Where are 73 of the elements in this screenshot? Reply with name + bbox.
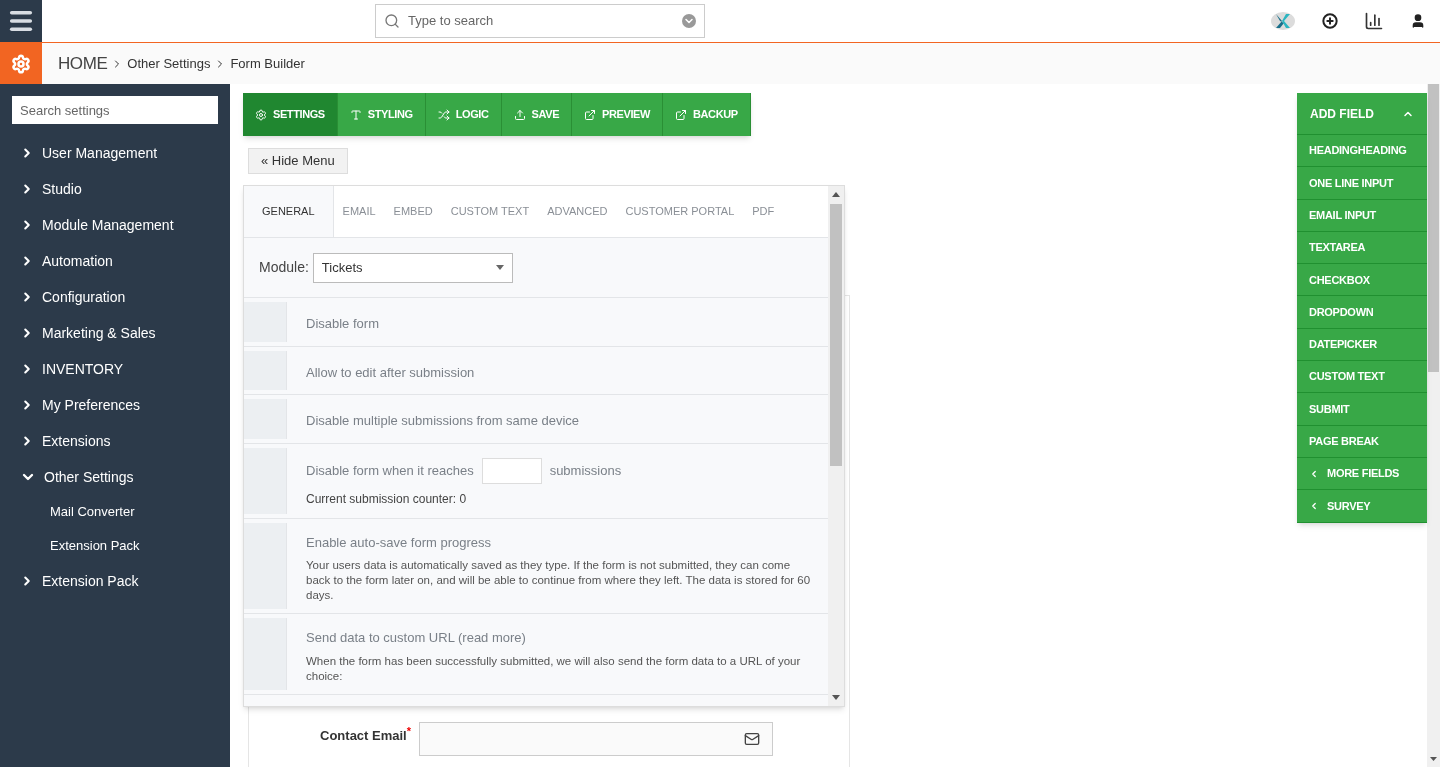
sidebar-subitem[interactable]: Mail Converter bbox=[0, 495, 230, 529]
toggle-block[interactable] bbox=[244, 618, 287, 690]
gear-icon bbox=[255, 108, 267, 121]
module-dropdown[interactable]: Tickets bbox=[312, 252, 513, 283]
chevron-left-icon bbox=[1309, 468, 1319, 479]
settings-tab[interactable]: EMBED bbox=[384, 186, 442, 237]
menu-button[interactable] bbox=[0, 0, 42, 42]
hide-menu-button[interactable]: « Hide Menu bbox=[248, 148, 348, 174]
settings-tab[interactable]: GENERAL bbox=[244, 186, 334, 237]
chevron-left-icon bbox=[1309, 500, 1319, 511]
bar-chart-icon[interactable] bbox=[1364, 11, 1384, 31]
toggle-block[interactable] bbox=[244, 302, 287, 342]
breadcrumb-link[interactable]: HOME bbox=[58, 50, 108, 77]
option-label: Disable form bbox=[306, 315, 380, 333]
upload-icon bbox=[513, 108, 526, 121]
sidebar-item[interactable]: Automation bbox=[0, 243, 230, 279]
external-link-icon bbox=[584, 108, 597, 121]
field-label: Contact Email$^{*}$ bbox=[319, 724, 412, 746]
toggle-block[interactable] bbox=[244, 399, 287, 439]
sidebar-item[interactable]: My Preferences bbox=[0, 387, 230, 423]
settings-tab[interactable]: PDF bbox=[743, 186, 784, 237]
user-icon[interactable] bbox=[1410, 13, 1426, 29]
settings-tab[interactable]: EMAIL bbox=[333, 186, 385, 237]
add-icon[interactable] bbox=[1322, 13, 1338, 29]
option-label: Send data to custom URL (read more) bbox=[306, 629, 527, 647]
toolbar-button[interactable]: BACKUP bbox=[663, 93, 751, 136]
caret-icon bbox=[495, 265, 504, 270]
search-icon bbox=[384, 13, 400, 29]
option-description: Your users data is automatically saved as they type. If the form is not submitted, they can come back to the form later on, and will be able to continue from where they left. The data is stored for 60 days. bbox=[306, 558, 812, 603]
settings-tab[interactable]: ADVANCED bbox=[538, 186, 617, 237]
module-label: Module: bbox=[259, 258, 309, 277]
breadcrumb-link[interactable]: Form Builder bbox=[230, 53, 305, 74]
shuffle-icon bbox=[437, 108, 450, 121]
option-suffix: submissions bbox=[549, 461, 622, 480]
envelope-icon bbox=[744, 731, 760, 747]
sidebar-item[interactable]: Studio bbox=[0, 171, 230, 207]
settings-tab[interactable]: CUSTOMER PORTAL bbox=[616, 186, 744, 237]
sidebar-item[interactable]: Extensions bbox=[0, 423, 230, 459]
search-input[interactable]: Type to search bbox=[408, 11, 674, 31]
sidebar-item[interactable]: User Management bbox=[0, 135, 230, 171]
option-label: Enable auto-save form progress bbox=[306, 533, 492, 552]
sidebar-item[interactable]: INVENTORY bbox=[0, 351, 230, 387]
settings-tab[interactable]: CUSTOM TEXT bbox=[441, 186, 539, 237]
sidebar-subitem[interactable]: Extension Pack bbox=[0, 529, 230, 563]
toolbar-button[interactable]: LOGIC bbox=[425, 93, 502, 136]
external-link-icon bbox=[675, 108, 687, 121]
sidebar-item[interactable]: Module Management bbox=[0, 207, 230, 243]
option-note: Current submission counter: 0 bbox=[306, 490, 468, 508]
toggle-block[interactable] bbox=[244, 350, 287, 390]
email-field[interactable] bbox=[419, 722, 773, 756]
toolbar-button[interactable]: SETTINGS bbox=[243, 93, 338, 136]
logo-icon[interactable] bbox=[1270, 11, 1296, 31]
sidebar-item[interactable]: Marketing & Sales bbox=[0, 315, 230, 351]
option-label: Disable form when it reaches bbox=[306, 461, 474, 480]
option-label: Allow to edit after submission bbox=[306, 363, 476, 382]
toggle-block[interactable] bbox=[244, 447, 287, 514]
chevron-down-icon[interactable] bbox=[682, 14, 696, 28]
toolbar-button[interactable]: SAVE bbox=[501, 93, 573, 136]
search-field[interactable]: Type to search bbox=[375, 4, 705, 38]
toggle-block[interactable] bbox=[244, 522, 287, 609]
limit-field[interactable] bbox=[481, 457, 542, 484]
panel-title: ADD FIELD bbox=[1310, 105, 1375, 123]
text-icon bbox=[349, 108, 362, 121]
sidebar-item[interactable]: Other Settings bbox=[0, 459, 230, 495]
option-label: Disable multiple submissions from same device bbox=[306, 412, 581, 430]
breadcrumb-link[interactable]: Other Settings bbox=[127, 53, 211, 74]
toolbar-button[interactable]: STYLING bbox=[337, 93, 426, 136]
toolbar-button[interactable]: PREVIEW bbox=[572, 93, 663, 136]
sidebar-item[interactable]: Configuration bbox=[0, 279, 230, 315]
search-field[interactable]: Search settings bbox=[12, 96, 218, 124]
sidebar-item[interactable]: Extension Pack bbox=[0, 563, 230, 599]
option-description: When the form has been successfully submitted, we will also send the form data to a URL of your choice: bbox=[306, 653, 802, 684]
settings-icon bbox=[11, 53, 31, 74]
